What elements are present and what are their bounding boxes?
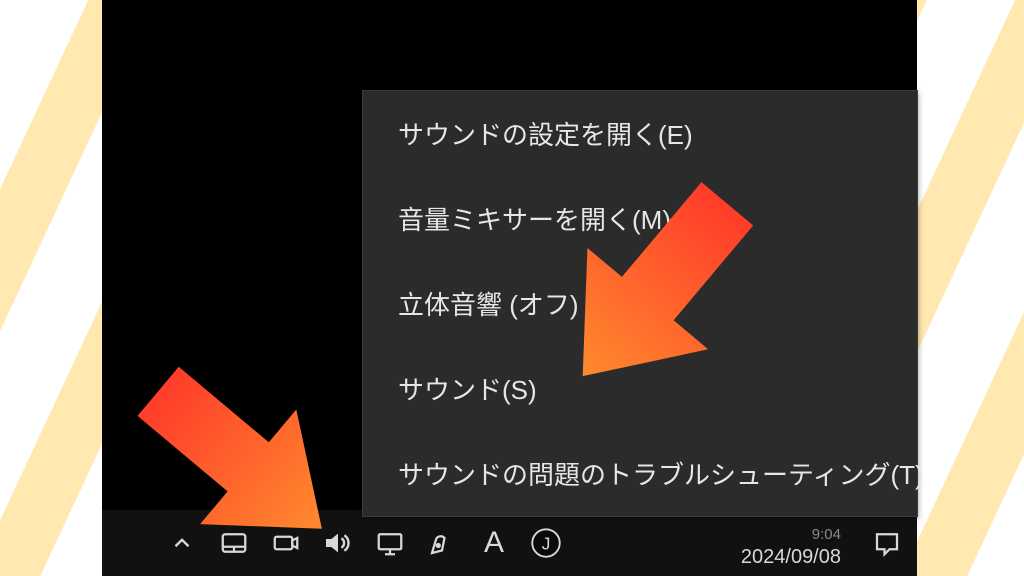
taskbar-clock[interactable]: 9:04 2024/09/08 <box>741 525 841 571</box>
action-center-icon[interactable] <box>867 523 907 563</box>
app-j-icon[interactable]: J <box>526 523 566 563</box>
ime-indicator[interactable]: A <box>474 523 514 563</box>
menu-item-open-sound-settings[interactable]: サウンドの設定を開く(E) <box>363 91 917 176</box>
menu-item-troubleshoot-sound[interactable]: サウンドの問題のトラブルシューティング(T) <box>363 431 917 516</box>
clock-time: 9:04 <box>741 525 841 545</box>
clock-date: 2024/09/08 <box>741 544 841 570</box>
monitor-icon[interactable] <box>370 523 410 563</box>
pen-icon[interactable] <box>422 523 462 563</box>
svg-text:J: J <box>542 533 551 553</box>
